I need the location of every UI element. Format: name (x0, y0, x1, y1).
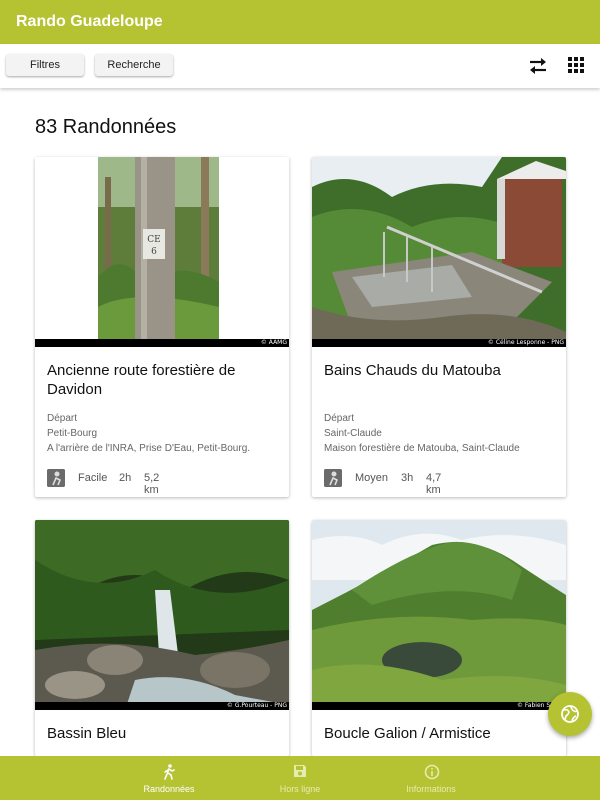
app-bar: Rando Guadeloupe (0, 0, 600, 44)
hiker-avatar-icon (47, 469, 65, 487)
photo-credit: © AAMG (260, 339, 287, 346)
departure-city: Petit-Bourg (47, 428, 98, 439)
difficulty: Moyen (355, 472, 389, 484)
nav-label: Hors ligne (279, 784, 321, 794)
duration: 2h (119, 472, 132, 484)
nav-item-randonnees[interactable]: Randonnées (109, 756, 229, 800)
departure-label: Départ (324, 413, 355, 424)
hiker-icon (164, 764, 175, 780)
hike-card[interactable]: CE 6 © AAMG Ancienne route forestière de… (35, 157, 289, 497)
app-title: Rando Guadeloupe (16, 13, 163, 30)
nav-label: Randonnées (143, 784, 195, 794)
globe-icon (561, 705, 579, 723)
hike-photo: CE 6 © AAMG (35, 157, 289, 347)
departure-address: A l'arrière de l'INRA, Prise D'Eau, Peti… (47, 443, 251, 454)
photo-credit: © Céline Lesponne - PNG (487, 339, 564, 346)
hike-title: Bains Chauds du Matouba (324, 362, 501, 379)
svg-text:CE: CE (147, 235, 160, 245)
nav-label: Informations (406, 784, 456, 794)
filters-button[interactable]: Filtres (6, 54, 84, 76)
nav-item-informations[interactable]: Informations (371, 756, 491, 800)
hike-photo: © Céline Lesponne - PNG (312, 157, 566, 347)
departure-city: Saint-Claude (324, 428, 382, 439)
filter-toolbar: Filtres Recherche (0, 44, 600, 88)
departure-address: Maison forestière de Matouba, Saint-Clau… (324, 443, 520, 454)
grid-view-icon[interactable] (567, 56, 589, 76)
duration: 3h (401, 472, 414, 484)
distance: 4,7 km (426, 472, 442, 496)
hike-title: Boucle Galion / Armistice (324, 725, 491, 742)
svg-text:6: 6 (151, 247, 157, 257)
bottom-navigation: Randonnées Hors ligne Informations (0, 756, 600, 800)
photo-credit: © G.Pourteau - PNG (226, 702, 287, 709)
hike-photo: © Fabien Salles (312, 520, 566, 710)
departure-label: Départ (47, 413, 78, 424)
distance: 5,2 km (144, 472, 160, 496)
swap-arrows-icon[interactable] (527, 56, 549, 76)
hike-card[interactable]: © G.Pourteau - PNG Bassin Bleu (35, 520, 289, 756)
hike-card[interactable]: © Fabien Salles Boucle Galion / Armistic… (312, 520, 566, 756)
info-icon (424, 764, 440, 780)
hike-title: Bassin Bleu (47, 725, 127, 742)
difficulty: Facile (78, 472, 108, 484)
nav-item-hors-ligne[interactable]: Hors ligne (240, 756, 360, 800)
hike-photo: © G.Pourteau - PNG (35, 520, 289, 710)
hike-card[interactable]: © Céline Lesponne - PNG Bains Chauds du … (312, 157, 566, 497)
save-icon (294, 765, 306, 777)
search-button[interactable]: Recherche (95, 54, 173, 76)
map-fab-button[interactable] (548, 692, 592, 736)
hiker-avatar-icon (324, 469, 342, 487)
results-count: 83 Randonnées (35, 116, 177, 138)
hike-title: Ancienne route forestière de Davidon (47, 362, 236, 398)
